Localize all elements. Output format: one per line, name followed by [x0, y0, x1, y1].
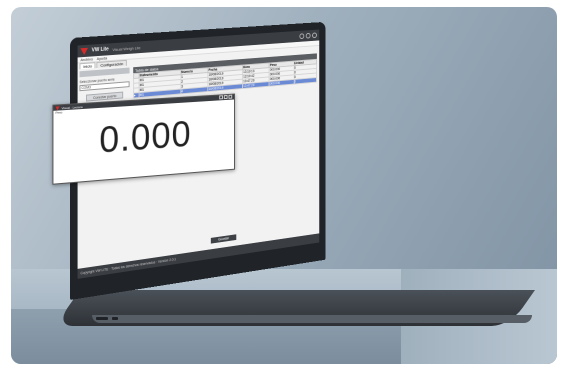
panel-header	[79, 67, 130, 78]
close-icon[interactable]	[312, 32, 317, 39]
weight-reading: 0.000	[99, 112, 192, 161]
usb-port	[96, 317, 108, 320]
window-controls	[299, 32, 317, 40]
maximize-icon[interactable]	[223, 94, 228, 100]
maximize-icon[interactable]	[305, 32, 311, 39]
logo-icon	[80, 47, 88, 55]
save-button[interactable]: Guardar	[210, 234, 237, 244]
usb-port	[112, 317, 118, 320]
menu-item-ayuda[interactable]: Ayuda	[97, 55, 107, 61]
table-cell: 0	[293, 77, 317, 85]
weight-reading-dialog: Visual · Lectura Peso 0.000	[52, 93, 235, 185]
app-subtitle: Visual Weigh Lite	[112, 44, 141, 52]
laptop-base-front	[92, 315, 532, 323]
dialog-window-controls	[219, 94, 233, 100]
menu-item-archivo[interactable]: Archivo	[80, 56, 93, 62]
app-title: VW Lite	[91, 46, 109, 54]
close-icon[interactable]	[228, 94, 233, 99]
minimize-icon[interactable]	[299, 33, 305, 40]
table-cell: 4	[180, 86, 209, 94]
minimize-icon[interactable]	[219, 95, 223, 100]
